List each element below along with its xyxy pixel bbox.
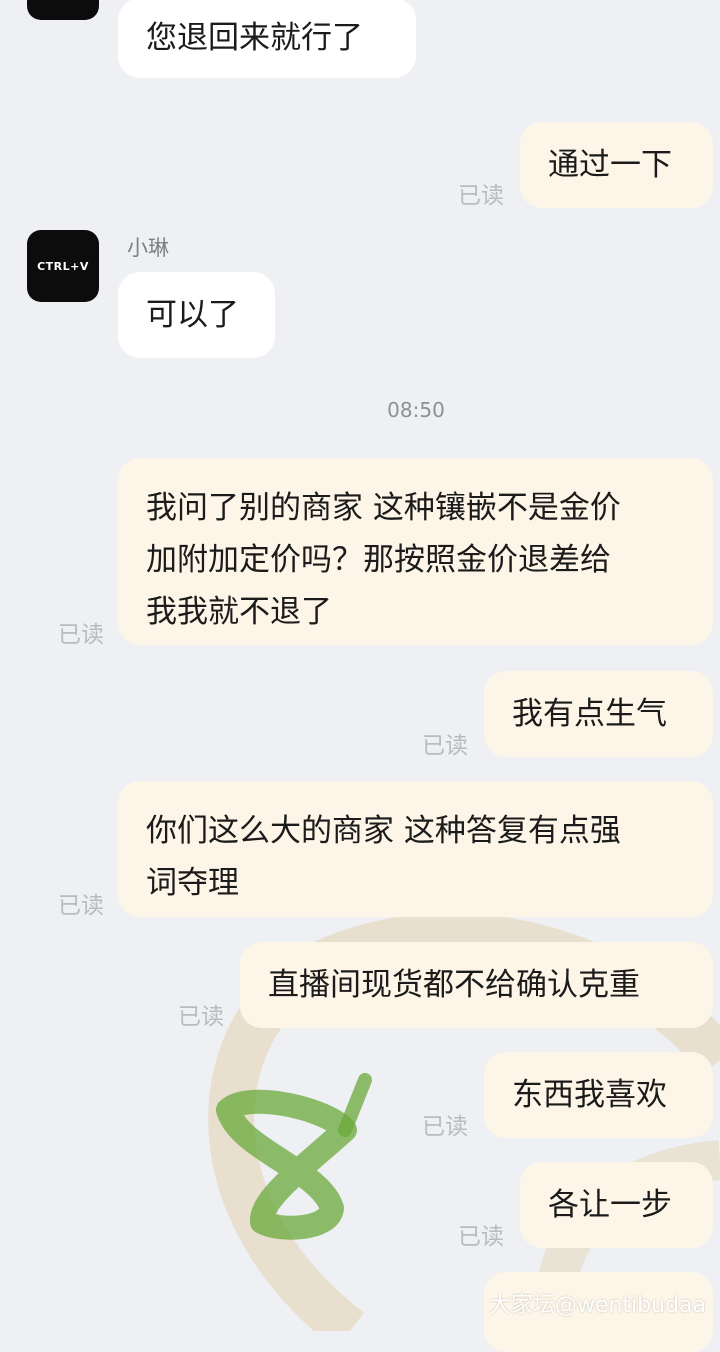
message-text: 可以了: [146, 297, 239, 333]
message-text: 您退回来就行了: [146, 20, 363, 56]
watermark: 大家坛@wentibudaa: [488, 1293, 706, 1318]
message-bubble-outgoing[interactable]: 直播间现货都不给确认克重: [240, 942, 713, 1028]
message-line: 我我就不退了: [146, 594, 332, 630]
read-status: 已读: [458, 183, 504, 209]
read-status: 已读: [178, 1004, 224, 1030]
message-bubble-outgoing[interactable]: 各让一步: [520, 1162, 713, 1248]
message-text: 各让一步: [548, 1187, 672, 1223]
message-bubble-outgoing[interactable]: 我问了别的商家 这种镶嵌不是金价 加附加定价吗？那按照金价退差给 我我就不退了: [118, 458, 713, 645]
message-text: 东西我喜欢: [512, 1077, 667, 1113]
message-text: 我有点生气: [512, 696, 667, 732]
avatar-label: CTRL+V: [37, 259, 89, 273]
message-bubble-incoming[interactable]: 您退回来就行了: [118, 0, 416, 78]
message-bubble-outgoing[interactable]: 通过一下: [520, 122, 713, 208]
sender-name: 小琳: [127, 236, 169, 260]
read-status: 已读: [422, 733, 468, 759]
timestamp: 08:50: [387, 398, 445, 422]
read-status: 已读: [458, 1224, 504, 1250]
message-text: 直播间现货都不给确认克重: [268, 967, 640, 1003]
contact-avatar[interactable]: CTRL+V: [27, 230, 99, 302]
message-text: 通过一下: [548, 147, 672, 183]
read-status: 已读: [422, 1114, 468, 1140]
read-status: 已读: [58, 622, 104, 648]
message-line: 词夺理: [146, 865, 239, 901]
avatar[interactable]: [27, 0, 99, 20]
read-status: 已读: [58, 893, 104, 919]
message-bubble-incoming[interactable]: 可以了: [118, 272, 275, 358]
message-bubble-outgoing[interactable]: 东西我喜欢: [484, 1052, 713, 1138]
message-line: 你们这么大的商家 这种答复有点强: [146, 813, 621, 849]
message-line: 加附加定价吗？那按照金价退差给: [146, 542, 611, 578]
message-bubble-outgoing[interactable]: 我有点生气: [484, 671, 713, 757]
message-line: 我问了别的商家 这种镶嵌不是金价: [146, 490, 621, 526]
message-bubble-outgoing[interactable]: 你们这么大的商家 这种答复有点强 词夺理: [118, 781, 713, 917]
chat-area: 您退回来就行了 已读 通过一下 CTRL+V 小琳 可以了 08:50 已读 我…: [0, 0, 720, 1352]
